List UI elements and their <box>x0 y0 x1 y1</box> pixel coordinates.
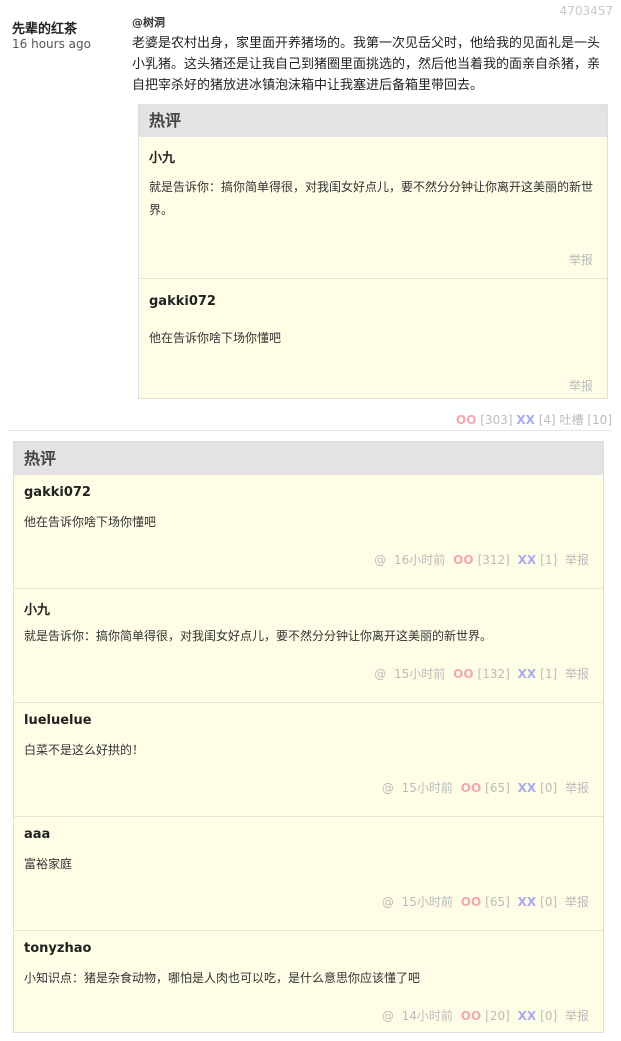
xx-count: [0] <box>540 781 558 795</box>
comment-time: 15小时前 <box>401 895 453 909</box>
post-id: 4703457 <box>559 4 613 18</box>
list-item: 小九 就是告诉你：搞你简单得很，对我闺女好点儿，要不然分分钟让你离开这美丽的新世… <box>139 137 607 279</box>
table-row: 小九 就是告诉你：搞你简单得很，对我闺女好点儿，要不然分分钟让你离开这美丽的新世… <box>14 589 603 703</box>
oo-count: [132] <box>477 667 510 681</box>
post-mention[interactable]: @树洞 <box>132 14 165 30</box>
comment-text: 小知识点：猪是杂食动物，哪怕是人肉也可以吃，是什么意思你应该懂了吧 <box>24 971 421 985</box>
comment-text: 富裕家庭 <box>24 857 73 871</box>
post-author[interactable]: 先辈的红茶 <box>12 18 77 37</box>
xx-button[interactable]: XX <box>518 553 537 567</box>
comment-username[interactable]: tonyzhao <box>24 941 91 956</box>
comment-text: 白菜不是这么好拱的！ <box>24 743 145 757</box>
report-link[interactable]: 举报 <box>569 251 593 268</box>
oo-count: [303] <box>480 413 513 427</box>
reply-at-link[interactable]: @ <box>382 781 394 795</box>
post-vote-bar: OO [303] XX [4] 吐槽 [10] <box>456 411 612 428</box>
comment-time: 15小时前 <box>401 781 453 795</box>
reply-at-link[interactable]: @ <box>374 553 386 567</box>
comment-username[interactable]: gakki072 <box>149 294 216 309</box>
comment-meta: @ 15小时前 OO [65] XX [0] 举报 <box>378 779 589 796</box>
comment-username[interactable]: aaa <box>24 827 50 842</box>
list-item: gakki072 他在告诉你啥下场你懂吧 举报 <box>139 279 607 398</box>
oo-button[interactable]: OO <box>453 553 473 567</box>
reply-at-link[interactable]: @ <box>374 667 386 681</box>
comment-meta: @ 15小时前 OO [65] XX [0] 举报 <box>378 893 589 910</box>
xx-button[interactable]: XX <box>518 667 537 681</box>
comment-text: 他在告诉你啥下场你懂吧 <box>149 331 282 345</box>
report-link[interactable]: 举报 <box>565 1009 589 1023</box>
post-body: 老婆是农村出身，家里面开养猪场的。我第一次见岳父时，他给我的见面礼是一头小乳猪。… <box>132 36 601 93</box>
table-row: lueluelue 白菜不是这么好拱的！ @ 15小时前 OO [65] XX [0… <box>14 703 603 817</box>
hot-title: 热评 <box>14 442 603 475</box>
comment-username[interactable]: gakki072 <box>24 485 91 500</box>
report-link[interactable]: 举报 <box>565 895 589 909</box>
comment-username[interactable]: 小九 <box>24 599 50 618</box>
oo-count: [312] <box>477 553 510 567</box>
oo-button[interactable]: OO <box>461 895 481 909</box>
comment-username[interactable]: lueluelue <box>24 713 92 728</box>
inner-hot-title: 热评 <box>139 105 607 137</box>
report-link[interactable]: 举报 <box>565 553 589 567</box>
xx-count: [1] <box>540 553 558 567</box>
oo-button[interactable]: OO <box>461 1009 481 1023</box>
comment-time: 14小时前 <box>401 1009 453 1023</box>
xx-count: [0] <box>540 1009 558 1023</box>
comment-username[interactable]: 小九 <box>149 147 175 166</box>
comment-text: 他在告诉你啥下场你懂吧 <box>24 515 157 529</box>
comment-time: 15小时前 <box>394 667 446 681</box>
oo-count: [65] <box>485 781 510 795</box>
tucao-link[interactable]: 吐槽 [10] <box>560 413 612 427</box>
xx-count: [1] <box>540 667 558 681</box>
report-link[interactable]: 举报 <box>565 781 589 795</box>
xx-count: [4] <box>538 413 556 427</box>
xx-button[interactable]: XX <box>518 1009 537 1023</box>
xx-button[interactable]: XX <box>518 781 537 795</box>
hot-comments: 热评 gakki072 他在告诉你啥下场你懂吧 @ 16小时前 OO [312] … <box>13 441 604 1033</box>
comment-text: 就是告诉你：搞你简单得很，对我闺女好点儿，要不然分分钟让你离开这美丽的新世界。 <box>149 180 594 217</box>
post-time: 16 hours ago <box>12 37 91 51</box>
oo-button[interactable]: OO <box>456 413 476 427</box>
xx-count: [0] <box>540 895 558 909</box>
comment-meta: @ 14小时前 OO [20] XX [0] 举报 <box>378 1007 589 1024</box>
oo-button[interactable]: OO <box>453 667 473 681</box>
inner-hot-comments: 热评 小九 就是告诉你：搞你简单得很，对我闺女好点儿，要不然分分钟让你离开这美丽… <box>138 104 608 399</box>
table-row: gakki072 他在告诉你啥下场你懂吧 @ 16小时前 OO [312] XX[… <box>14 475 603 589</box>
xx-button[interactable]: XX <box>516 413 535 427</box>
comment-text: 就是告诉你：搞你简单得很，对我闺女好点儿，要不然分分钟让你离开这美丽的新世界。 <box>24 629 493 643</box>
xx-button[interactable]: XX <box>518 895 537 909</box>
oo-button[interactable]: OO <box>461 781 481 795</box>
report-link[interactable]: 举报 <box>569 377 593 394</box>
table-row: tonyzhao 小知识点：猪是杂食动物，哪怕是人肉也可以吃，是什么意思你应该懂… <box>14 931 603 1041</box>
comment-time: 16小时前 <box>394 553 446 567</box>
comment-meta: @ 15小时前 OO [132] XX [1] 举报 <box>370 665 589 682</box>
oo-count: [65] <box>485 895 510 909</box>
divider <box>8 430 612 431</box>
comment-meta: @ 16小时前 OO [312] XX [1] 举报 <box>370 551 589 568</box>
reply-at-link[interactable]: @ <box>382 1009 394 1023</box>
oo-count: [20] <box>485 1009 510 1023</box>
table-row: aaa 富裕家庭 @ 15小时前 OO [65] XX [0] 举报 <box>14 817 603 931</box>
report-link[interactable]: 举报 <box>565 667 589 681</box>
reply-at-link[interactable]: @ <box>382 895 394 909</box>
